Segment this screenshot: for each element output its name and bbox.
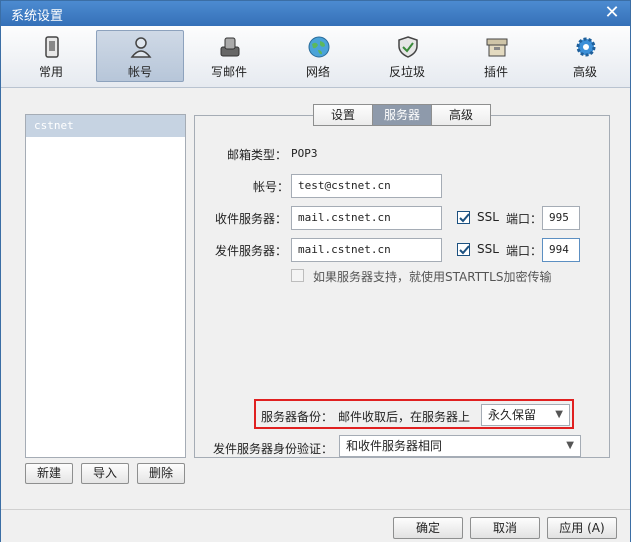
compose-icon [220, 37, 240, 57]
apply-button[interactable]: 应用 (A) [547, 517, 617, 539]
phone-icon [45, 36, 59, 58]
account-input[interactable]: test@cstnet.cn [291, 174, 442, 198]
backup-label: 服务器备份： [261, 410, 334, 424]
chevron-down-icon: ▼ [555, 409, 563, 420]
starttls-checkbox[interactable] [291, 269, 304, 282]
bottom-bar: 确定 取消 应用 (A) [1, 509, 630, 542]
tool-compose-label: 写邮件 [210, 65, 247, 79]
outgoing-server-label: 发件服务器： [215, 244, 288, 258]
auth-select-value: 和收件服务器相同 [346, 439, 443, 453]
title-bar: 系统设置 ✕ [1, 1, 630, 26]
backup-select-value: 永久保留 [488, 408, 537, 422]
starttls-label: 如果服务器支持，就使用STARTTLS加密传输 [313, 270, 552, 284]
gear-icon [576, 37, 596, 57]
window-title: 系统设置 [11, 9, 64, 24]
tool-advanced[interactable]: 高级 [541, 30, 629, 82]
check-icon [459, 245, 470, 255]
auth-select[interactable]: 和收件服务器相同 ▼ [339, 435, 581, 457]
close-icon[interactable]: ✕ [602, 3, 622, 23]
new-account-button[interactable]: 新建 [25, 463, 73, 484]
backup-description: 邮件收取后，在服务器上 [338, 410, 471, 424]
tool-plugins-label: 插件 [483, 65, 508, 79]
backup-select[interactable]: 永久保留 ▼ [481, 404, 570, 426]
tool-common-label: 常用 [38, 65, 63, 79]
tool-antispam-label: 反垃圾 [388, 65, 425, 79]
tool-network[interactable]: 网络 [274, 30, 362, 82]
tool-account-label: 帐号 [127, 65, 152, 79]
mailbox-type-label: 邮箱类型： [227, 148, 288, 162]
tool-account[interactable]: 帐号 [96, 30, 184, 82]
user-icon [130, 37, 152, 58]
auth-label: 发件服务器身份验证： [213, 442, 334, 456]
incoming-ssl-checkbox[interactable] [457, 211, 470, 224]
tool-common[interactable]: 常用 [7, 30, 95, 82]
shield-icon [398, 36, 418, 58]
tool-compose[interactable]: 写邮件 [185, 30, 273, 82]
tool-antispam[interactable]: 反垃圾 [363, 30, 451, 82]
content-area: cstnet 新建 导入 删除 设置 服务器 高级 邮箱类型： POP3 帐号：… [1, 89, 630, 509]
tab-advanced[interactable]: 高级 [431, 104, 491, 126]
box-icon [486, 38, 508, 57]
outgoing-ssl-label: SSL [477, 242, 499, 256]
globe-icon [308, 36, 330, 58]
list-item[interactable]: cstnet [26, 115, 185, 137]
ok-button[interactable]: 确定 [393, 517, 463, 539]
tab-server[interactable]: 服务器 [372, 104, 432, 126]
import-account-button[interactable]: 导入 [81, 463, 129, 484]
incoming-server-label: 收件服务器： [215, 212, 288, 226]
mailbox-type-value: POP3 [291, 147, 318, 160]
incoming-ssl-label: SSL [477, 210, 499, 224]
cancel-button[interactable]: 取消 [470, 517, 540, 539]
toolbar: 常用 帐号 写邮件 网络 反垃圾 插件 高级 [1, 26, 630, 88]
tab-settings[interactable]: 设置 [313, 104, 373, 126]
check-icon [459, 213, 470, 223]
outgoing-port-input[interactable]: 994 [542, 238, 580, 262]
delete-account-button[interactable]: 删除 [137, 463, 185, 484]
chevron-down-icon: ▼ [566, 440, 574, 451]
settings-window: 系统设置 ✕ 常用 帐号 写邮件 网络 反垃圾 插件 高级 cstnet 新建 … [0, 0, 631, 542]
account-label: 帐号： [253, 180, 290, 194]
tool-network-label: 网络 [305, 65, 330, 79]
incoming-server-input[interactable]: mail.cstnet.cn [291, 206, 442, 230]
tool-plugins[interactable]: 插件 [452, 30, 540, 82]
account-list: cstnet [25, 114, 186, 458]
outgoing-port-label: 端口： [506, 244, 543, 258]
tool-advanced-label: 高级 [572, 65, 597, 79]
outgoing-ssl-checkbox[interactable] [457, 243, 470, 256]
incoming-port-input[interactable]: 995 [542, 206, 580, 230]
outgoing-server-input[interactable]: mail.cstnet.cn [291, 238, 442, 262]
incoming-port-label: 端口： [506, 212, 543, 226]
